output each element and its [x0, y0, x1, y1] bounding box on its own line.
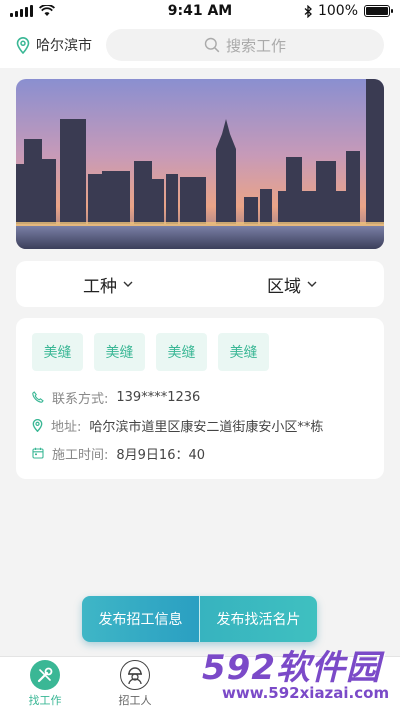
filter-trade-label: 工种	[83, 276, 117, 297]
filter-bar: 工种 区域	[16, 261, 384, 307]
job-tag: 美缝	[156, 333, 207, 371]
wifi-icon	[39, 5, 55, 16]
chevron-down-icon	[307, 281, 317, 287]
address-label: 地址:	[51, 419, 82, 435]
job-tag: 美缝	[32, 333, 83, 371]
calendar-icon	[32, 447, 44, 459]
watermark-url: www.592xiazai.com	[222, 684, 390, 702]
contact-row: 联系方式: 139****1236	[32, 383, 368, 411]
phone-icon	[32, 391, 44, 403]
filter-region-label: 区域	[267, 276, 301, 297]
job-tag: 美缝	[218, 333, 269, 371]
tab-hire-workers-label: 招工人	[118, 694, 152, 707]
header: 哈尔滨市 搜索工作	[0, 22, 400, 68]
city-selector[interactable]: 哈尔滨市	[16, 35, 106, 55]
chevron-down-icon	[123, 281, 133, 287]
battery-percent: 100%	[317, 3, 358, 19]
contact-label: 联系方式:	[52, 391, 109, 407]
filter-trade-type[interactable]: 工种	[16, 272, 200, 297]
time-value: 8月9日16：40	[116, 447, 206, 463]
address-value: 哈尔滨市道里区康安二道街康安小区**栋	[89, 419, 324, 435]
filter-region[interactable]: 区域	[200, 272, 384, 297]
signal-group	[10, 5, 55, 17]
search-input[interactable]: 搜索工作	[106, 29, 384, 61]
site-watermark: 592软件园 www.592xiazai.com	[196, 636, 400, 711]
signal-icon	[10, 5, 33, 17]
location-pin-icon	[16, 36, 30, 54]
contact-value[interactable]: 139****1236	[116, 390, 200, 405]
time-row: 施工时间: 8月9日16：40	[32, 439, 368, 467]
job-card[interactable]: 美缝 美缝 美缝 美缝 联系方式: 139****1236 地址: 哈尔滨市道里…	[16, 318, 384, 479]
job-tags: 美缝 美缝 美缝 美缝	[32, 333, 368, 371]
worker-icon	[120, 660, 150, 690]
watermark-logo: 592软件园	[202, 648, 381, 688]
status-bar: 9:41 AM 100%	[0, 0, 400, 22]
search-placeholder: 搜索工作	[225, 36, 286, 55]
bluetooth-icon	[304, 4, 312, 18]
city-name: 哈尔滨市	[36, 38, 92, 54]
tab-find-work[interactable]: 找工作	[0, 657, 90, 711]
tools-icon	[30, 660, 60, 690]
tab-find-work-label: 找工作	[28, 694, 62, 707]
banner-image[interactable]	[16, 79, 384, 249]
tab-hire-workers[interactable]: 招工人	[90, 657, 180, 711]
battery-icon	[364, 5, 393, 17]
location-pin-icon	[32, 418, 43, 432]
address-row: 地址: 哈尔滨市道里区康安二道街康安小区**栋	[32, 411, 368, 439]
search-icon	[204, 37, 220, 53]
job-tag: 美缝	[94, 333, 145, 371]
post-job-button[interactable]: 发布招工信息	[82, 596, 199, 642]
time-label: 施工时间:	[52, 447, 109, 463]
